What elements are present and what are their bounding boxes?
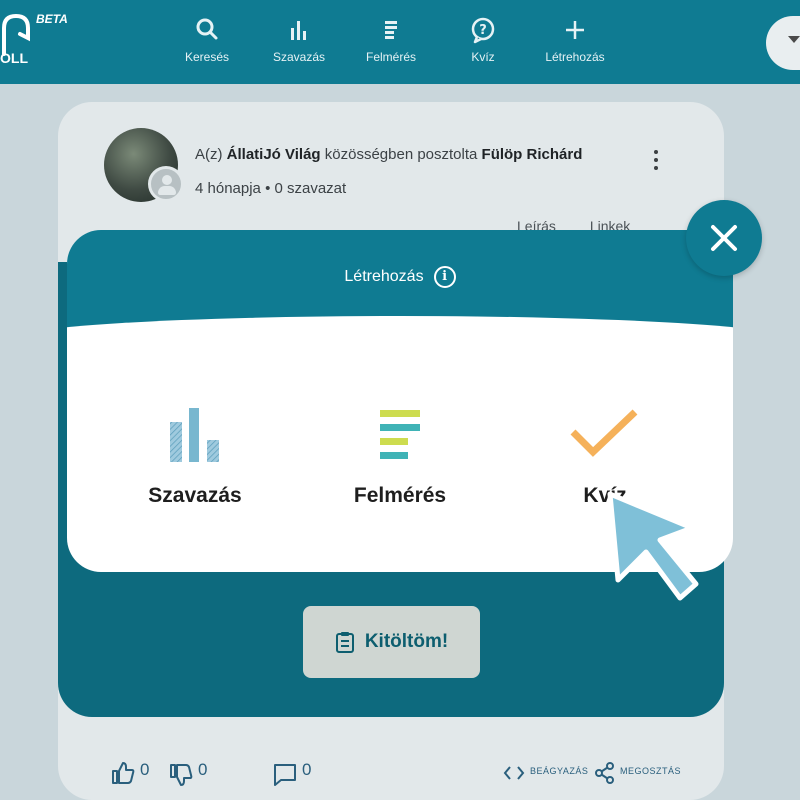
nav-survey[interactable]: Felmérés xyxy=(341,14,441,64)
share-icon[interactable] xyxy=(595,762,615,784)
embed-icon[interactable] xyxy=(503,764,525,782)
close-icon xyxy=(711,225,737,251)
post-meta: 4 hónapja • 0 szavazat xyxy=(195,180,347,197)
post-attribution: A(z) ÁllatiJó Világ közösségben posztolt… xyxy=(195,146,582,163)
profile-menu-button[interactable] xyxy=(766,16,800,70)
like-count: 0 xyxy=(140,760,150,779)
question-bubble-icon: ? xyxy=(471,17,495,44)
bar-chart-icon xyxy=(170,408,219,462)
dislike-count: 0 xyxy=(198,760,208,779)
more-options-icon[interactable] xyxy=(650,150,662,176)
nav-search[interactable]: Keresés xyxy=(157,14,257,64)
thumbs-down-icon[interactable] xyxy=(168,762,194,788)
create-poll-option[interactable]: Szavazás xyxy=(95,400,295,508)
user-avatar-icon[interactable] xyxy=(148,166,184,202)
modal-header-curve xyxy=(67,316,733,376)
nav-survey-label: Felmérés xyxy=(365,50,416,64)
thumbs-up-icon[interactable] xyxy=(110,760,136,786)
close-button[interactable] xyxy=(686,200,762,276)
survey-icon xyxy=(385,21,397,39)
info-icon[interactable]: i xyxy=(433,266,456,288)
modal-title: Létrehozás i xyxy=(67,266,733,288)
community-link[interactable]: ÁllatiJó Világ xyxy=(227,146,321,163)
fill-out-button[interactable]: Kitöltöm! xyxy=(303,606,480,678)
top-navbar: OLL BETA Keresés Szavazás Felmérés ? Kví… xyxy=(0,0,800,84)
share-label[interactable]: MEGOSZTÁS xyxy=(620,766,681,776)
clipboard-icon xyxy=(335,632,354,653)
plus-icon xyxy=(566,21,584,39)
checkmark-icon xyxy=(570,409,638,457)
nav-poll-label: Szavazás xyxy=(272,50,326,64)
nav-poll[interactable]: Szavazás xyxy=(249,14,349,64)
comment-count: 0 xyxy=(302,760,312,779)
embed-label[interactable]: BEÁGYAZÁS xyxy=(530,766,588,776)
fill-out-label: Kitöltöm! xyxy=(364,631,449,652)
modal-title-text: Létrehozás xyxy=(344,268,424,286)
create-poll-label: Szavazás xyxy=(148,484,242,507)
create-survey-option[interactable]: Felmérés xyxy=(300,400,500,508)
chevron-down-icon xyxy=(788,36,800,43)
attribution-middle: közösségben posztolta xyxy=(320,146,482,163)
search-icon xyxy=(196,18,218,40)
create-survey-label: Felmérés xyxy=(353,484,447,507)
bar-chart-icon xyxy=(291,21,306,40)
survey-lines-icon xyxy=(380,410,420,459)
beta-badge: BETA xyxy=(36,12,68,26)
attribution-prefix: A(z) xyxy=(195,146,227,163)
author-link[interactable]: Fülöp Richárd xyxy=(482,146,583,163)
nav-search-label: Keresés xyxy=(184,50,230,64)
nav-quiz-label: Kvíz xyxy=(471,50,495,64)
comment-icon[interactable] xyxy=(272,762,298,788)
nav-create[interactable]: Létrehozás xyxy=(525,14,625,64)
svg-text:?: ? xyxy=(479,23,487,38)
nav-create-label: Létrehozás xyxy=(545,50,605,64)
logo-text: OLL xyxy=(0,50,28,66)
pointer-cursor-icon xyxy=(607,491,699,601)
nav-quiz[interactable]: ? Kvíz xyxy=(433,14,533,64)
